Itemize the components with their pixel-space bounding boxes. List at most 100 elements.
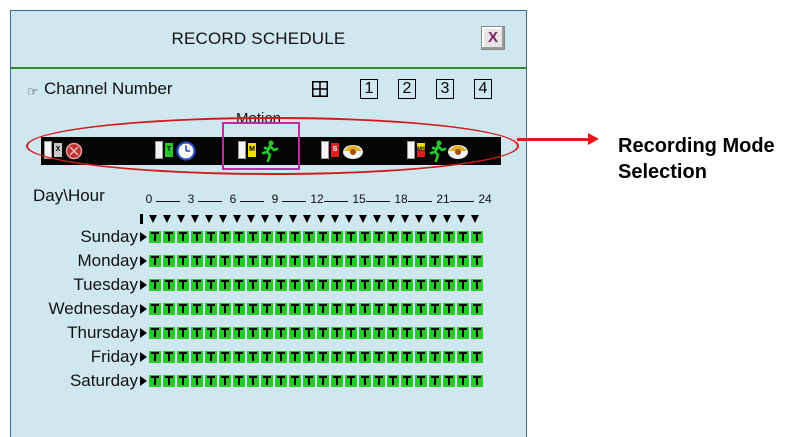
hour-column-select-icon[interactable] xyxy=(429,215,437,223)
schedule-cell[interactable] xyxy=(191,351,203,363)
schedule-cell[interactable] xyxy=(219,327,231,339)
schedule-cell[interactable] xyxy=(247,327,259,339)
hour-column-select-icon[interactable] xyxy=(261,215,269,223)
schedule-cell[interactable] xyxy=(331,279,343,291)
schedule-cell[interactable] xyxy=(457,279,469,291)
day-row-select-icon[interactable] xyxy=(140,376,147,386)
schedule-cell[interactable] xyxy=(177,351,189,363)
schedule-cell[interactable] xyxy=(233,255,245,267)
schedule-cell[interactable] xyxy=(303,279,315,291)
hour-column-select-icon[interactable] xyxy=(387,215,395,223)
schedule-cell[interactable] xyxy=(163,303,175,315)
channel-2-button[interactable]: 2 xyxy=(398,79,416,99)
schedule-cell[interactable] xyxy=(415,231,427,243)
schedule-cell[interactable] xyxy=(205,327,217,339)
schedule-cell[interactable] xyxy=(471,279,483,291)
schedule-cell[interactable] xyxy=(415,255,427,267)
hour-column-select-icon[interactable] xyxy=(163,215,171,223)
schedule-cell[interactable] xyxy=(191,231,203,243)
schedule-cell[interactable] xyxy=(191,279,203,291)
schedule-cell[interactable] xyxy=(457,375,469,387)
schedule-cell[interactable] xyxy=(345,255,357,267)
schedule-cell[interactable] xyxy=(373,231,385,243)
schedule-cell[interactable] xyxy=(205,375,217,387)
channel-1-button[interactable]: 1 xyxy=(360,79,378,99)
schedule-cell[interactable] xyxy=(345,303,357,315)
schedule-cell[interactable] xyxy=(429,351,441,363)
schedule-cell[interactable] xyxy=(177,375,189,387)
schedule-cell[interactable] xyxy=(471,255,483,267)
channel-3-button[interactable]: 3 xyxy=(436,79,454,99)
schedule-cell[interactable] xyxy=(149,255,161,267)
hour-column-select-icon[interactable] xyxy=(317,215,325,223)
schedule-cell[interactable] xyxy=(303,231,315,243)
hour-column-select-icon[interactable] xyxy=(191,215,199,223)
schedule-cell[interactable] xyxy=(317,303,329,315)
schedule-cell[interactable] xyxy=(247,351,259,363)
schedule-cell[interactable] xyxy=(331,351,343,363)
schedule-cell[interactable] xyxy=(275,231,287,243)
schedule-cell[interactable] xyxy=(205,351,217,363)
all-slots-marker[interactable] xyxy=(140,214,143,224)
schedule-cell[interactable] xyxy=(289,375,301,387)
hour-column-select-icon[interactable] xyxy=(401,215,409,223)
schedule-cell[interactable] xyxy=(149,375,161,387)
schedule-cell[interactable] xyxy=(205,279,217,291)
schedule-cell[interactable] xyxy=(317,255,329,267)
schedule-cell[interactable] xyxy=(443,231,455,243)
schedule-cell[interactable] xyxy=(261,351,273,363)
schedule-cell[interactable] xyxy=(331,231,343,243)
close-button[interactable]: X xyxy=(481,26,505,50)
hour-column-select-icon[interactable] xyxy=(205,215,213,223)
schedule-cell[interactable] xyxy=(387,231,399,243)
schedule-cell[interactable] xyxy=(289,327,301,339)
schedule-cell[interactable] xyxy=(205,303,217,315)
schedule-cell[interactable] xyxy=(317,279,329,291)
schedule-cell[interactable] xyxy=(149,351,161,363)
hour-column-select-icon[interactable] xyxy=(303,215,311,223)
schedule-cell[interactable] xyxy=(457,303,469,315)
schedule-cell[interactable] xyxy=(387,303,399,315)
schedule-cell[interactable] xyxy=(471,303,483,315)
schedule-cell[interactable] xyxy=(303,303,315,315)
hour-column-select-icon[interactable] xyxy=(331,215,339,223)
schedule-cell[interactable] xyxy=(261,279,273,291)
schedule-cell[interactable] xyxy=(275,279,287,291)
schedule-cell[interactable] xyxy=(275,255,287,267)
schedule-cell[interactable] xyxy=(415,279,427,291)
schedule-cell[interactable] xyxy=(233,279,245,291)
schedule-cell[interactable] xyxy=(443,375,455,387)
schedule-cell[interactable] xyxy=(415,351,427,363)
schedule-cell[interactable] xyxy=(191,375,203,387)
schedule-cell[interactable] xyxy=(443,351,455,363)
hour-column-select-icon[interactable] xyxy=(359,215,367,223)
schedule-cell[interactable] xyxy=(331,375,343,387)
schedule-cell[interactable] xyxy=(261,231,273,243)
schedule-cell[interactable] xyxy=(415,327,427,339)
schedule-cell[interactable] xyxy=(163,279,175,291)
schedule-cell[interactable] xyxy=(177,255,189,267)
hour-column-select-icon[interactable] xyxy=(177,215,185,223)
schedule-cell[interactable] xyxy=(247,279,259,291)
schedule-cell[interactable] xyxy=(247,375,259,387)
schedule-cell[interactable] xyxy=(401,303,413,315)
schedule-cell[interactable] xyxy=(275,375,287,387)
schedule-cell[interactable] xyxy=(261,255,273,267)
schedule-cell[interactable] xyxy=(317,327,329,339)
schedule-cell[interactable] xyxy=(345,231,357,243)
hour-column-select-icon[interactable] xyxy=(219,215,227,223)
schedule-cell[interactable] xyxy=(163,351,175,363)
schedule-cell[interactable] xyxy=(233,351,245,363)
hour-column-select-icon[interactable] xyxy=(471,215,479,223)
schedule-cell[interactable] xyxy=(233,231,245,243)
day-row-select-icon[interactable] xyxy=(140,256,147,266)
day-row-select-icon[interactable] xyxy=(140,232,147,242)
hour-column-select-icon[interactable] xyxy=(457,215,465,223)
schedule-cell[interactable] xyxy=(219,375,231,387)
schedule-cell[interactable] xyxy=(457,231,469,243)
hour-column-select-icon[interactable] xyxy=(289,215,297,223)
schedule-cell[interactable] xyxy=(149,279,161,291)
schedule-cell[interactable] xyxy=(163,231,175,243)
schedule-cell[interactable] xyxy=(401,327,413,339)
schedule-cell[interactable] xyxy=(177,231,189,243)
